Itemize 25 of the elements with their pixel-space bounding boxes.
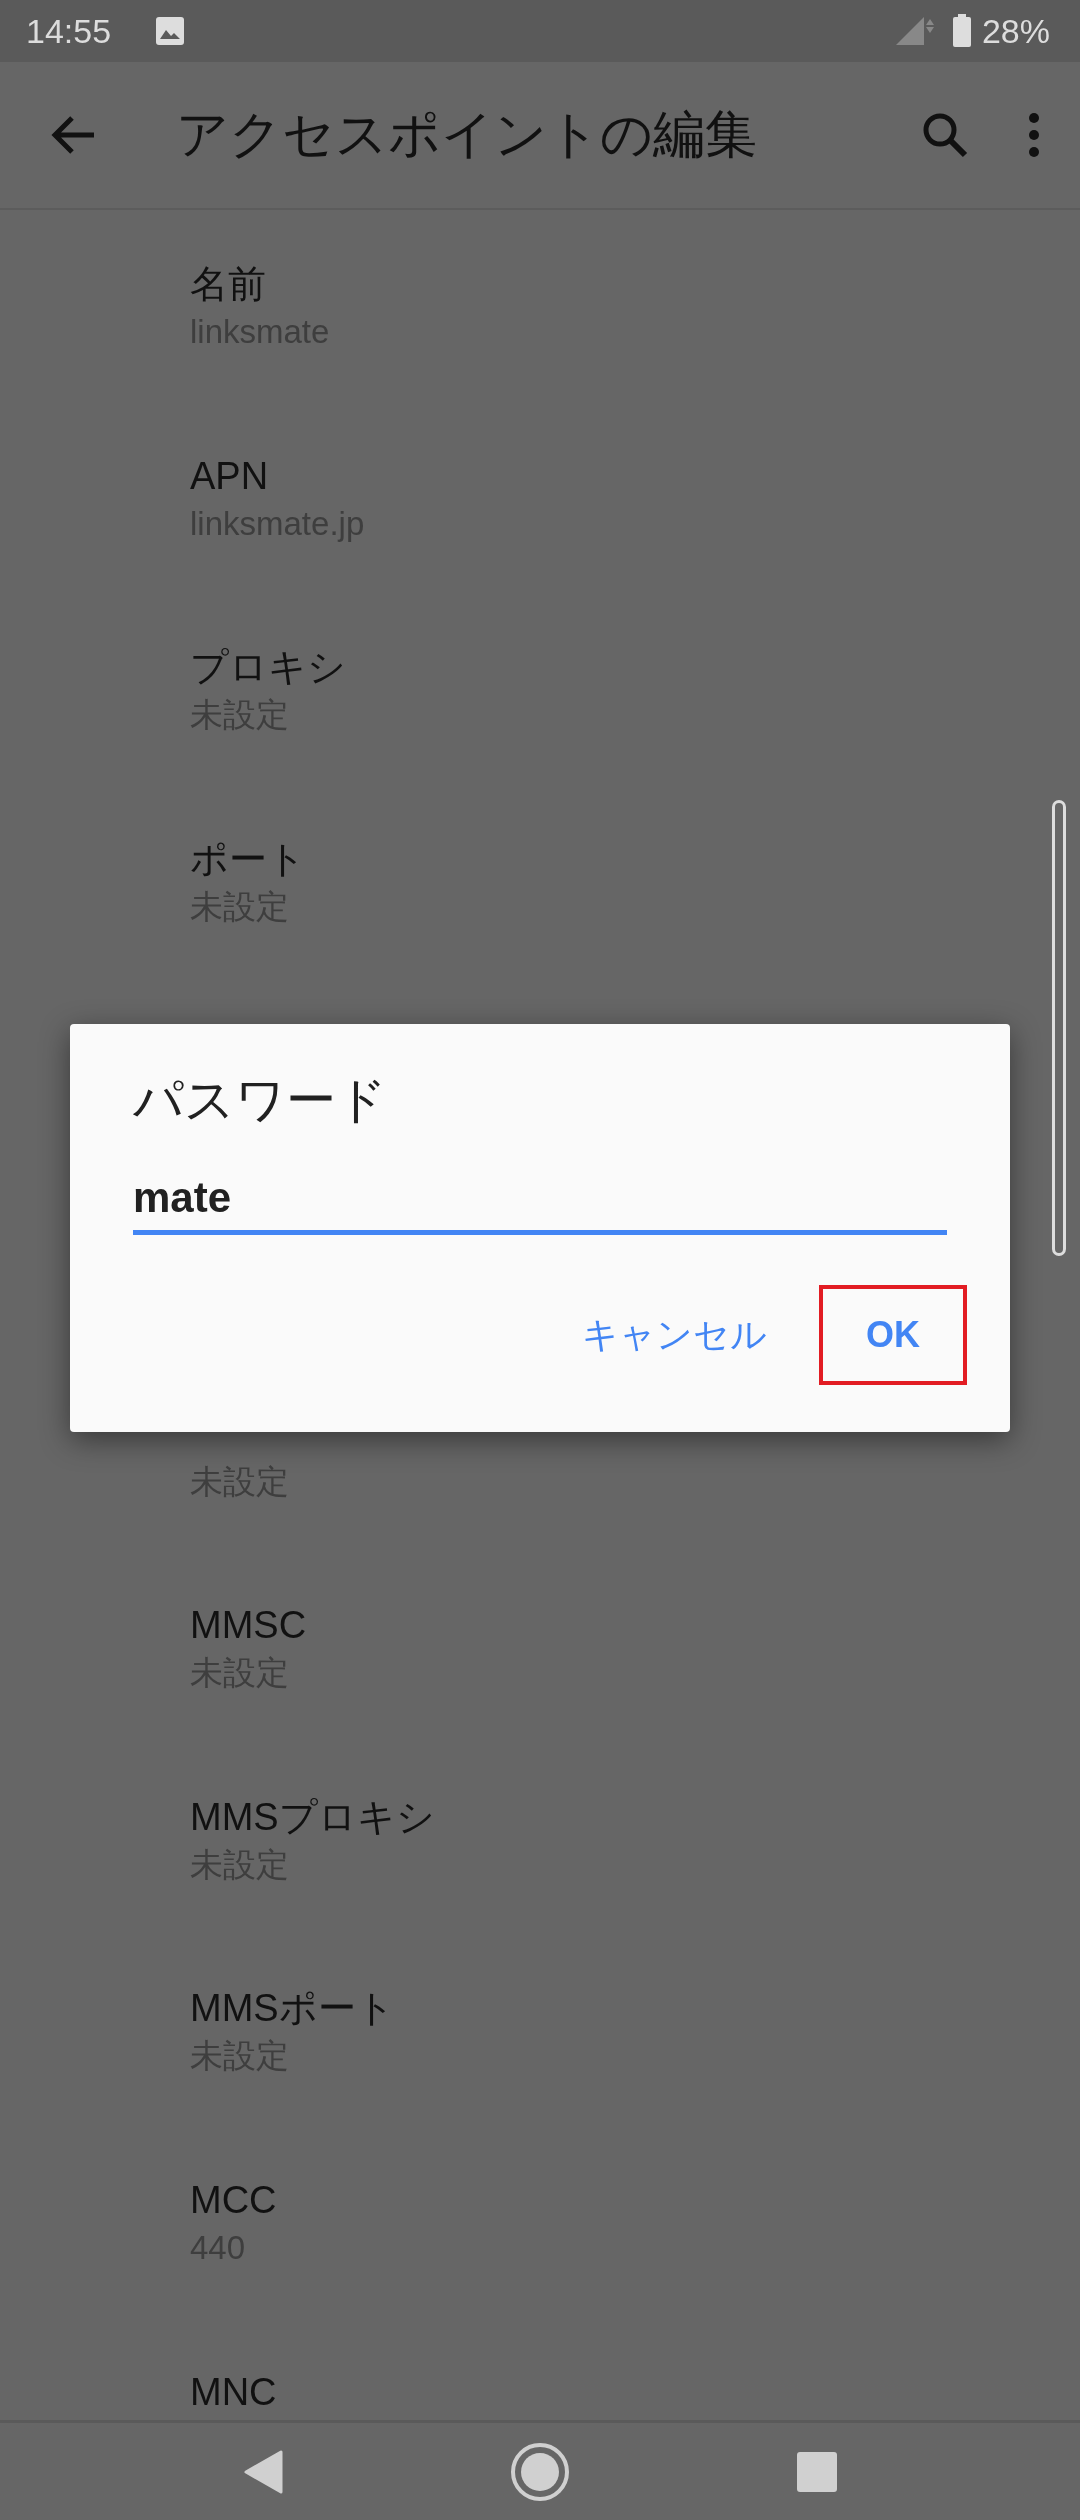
back-arrow-icon[interactable] [50,115,96,155]
ok-button[interactable]: OK [819,1285,967,1385]
setting-title[interactable]: ポート [190,832,306,885]
setting-title[interactable]: プロキシ [190,641,346,694]
setting-title[interactable]: MMSポート [190,1982,395,2035]
setting-title[interactable]: MCC [190,2173,277,2226]
dialog-title: パスワード [133,1071,387,1130]
setting-title[interactable]: MNC [190,2365,277,2418]
battery-percent: 28% [981,11,1050,51]
setting-title[interactable]: MMSC [190,1599,307,1652]
setting-title[interactable]: MMSプロキシ [190,1790,435,1843]
password-field[interactable]: mate [133,1174,947,1235]
search-icon[interactable] [922,112,968,158]
battery-icon [951,14,972,48]
cancel-button[interactable]: キャンセル [570,1285,779,1385]
back-icon[interactable] [243,2449,284,2494]
scrollbar[interactable] [1052,800,1066,1256]
home-icon[interactable] [510,2441,570,2502]
image-icon [155,16,186,46]
screen-title: アクセスポイントの編集 [176,104,758,165]
clock: 14:55 [26,11,112,51]
setting-title[interactable]: APN [190,449,269,502]
setting-title[interactable]: 名前 [190,258,266,310]
more-options-icon[interactable] [1028,112,1040,158]
recents-icon[interactable] [796,2451,837,2492]
